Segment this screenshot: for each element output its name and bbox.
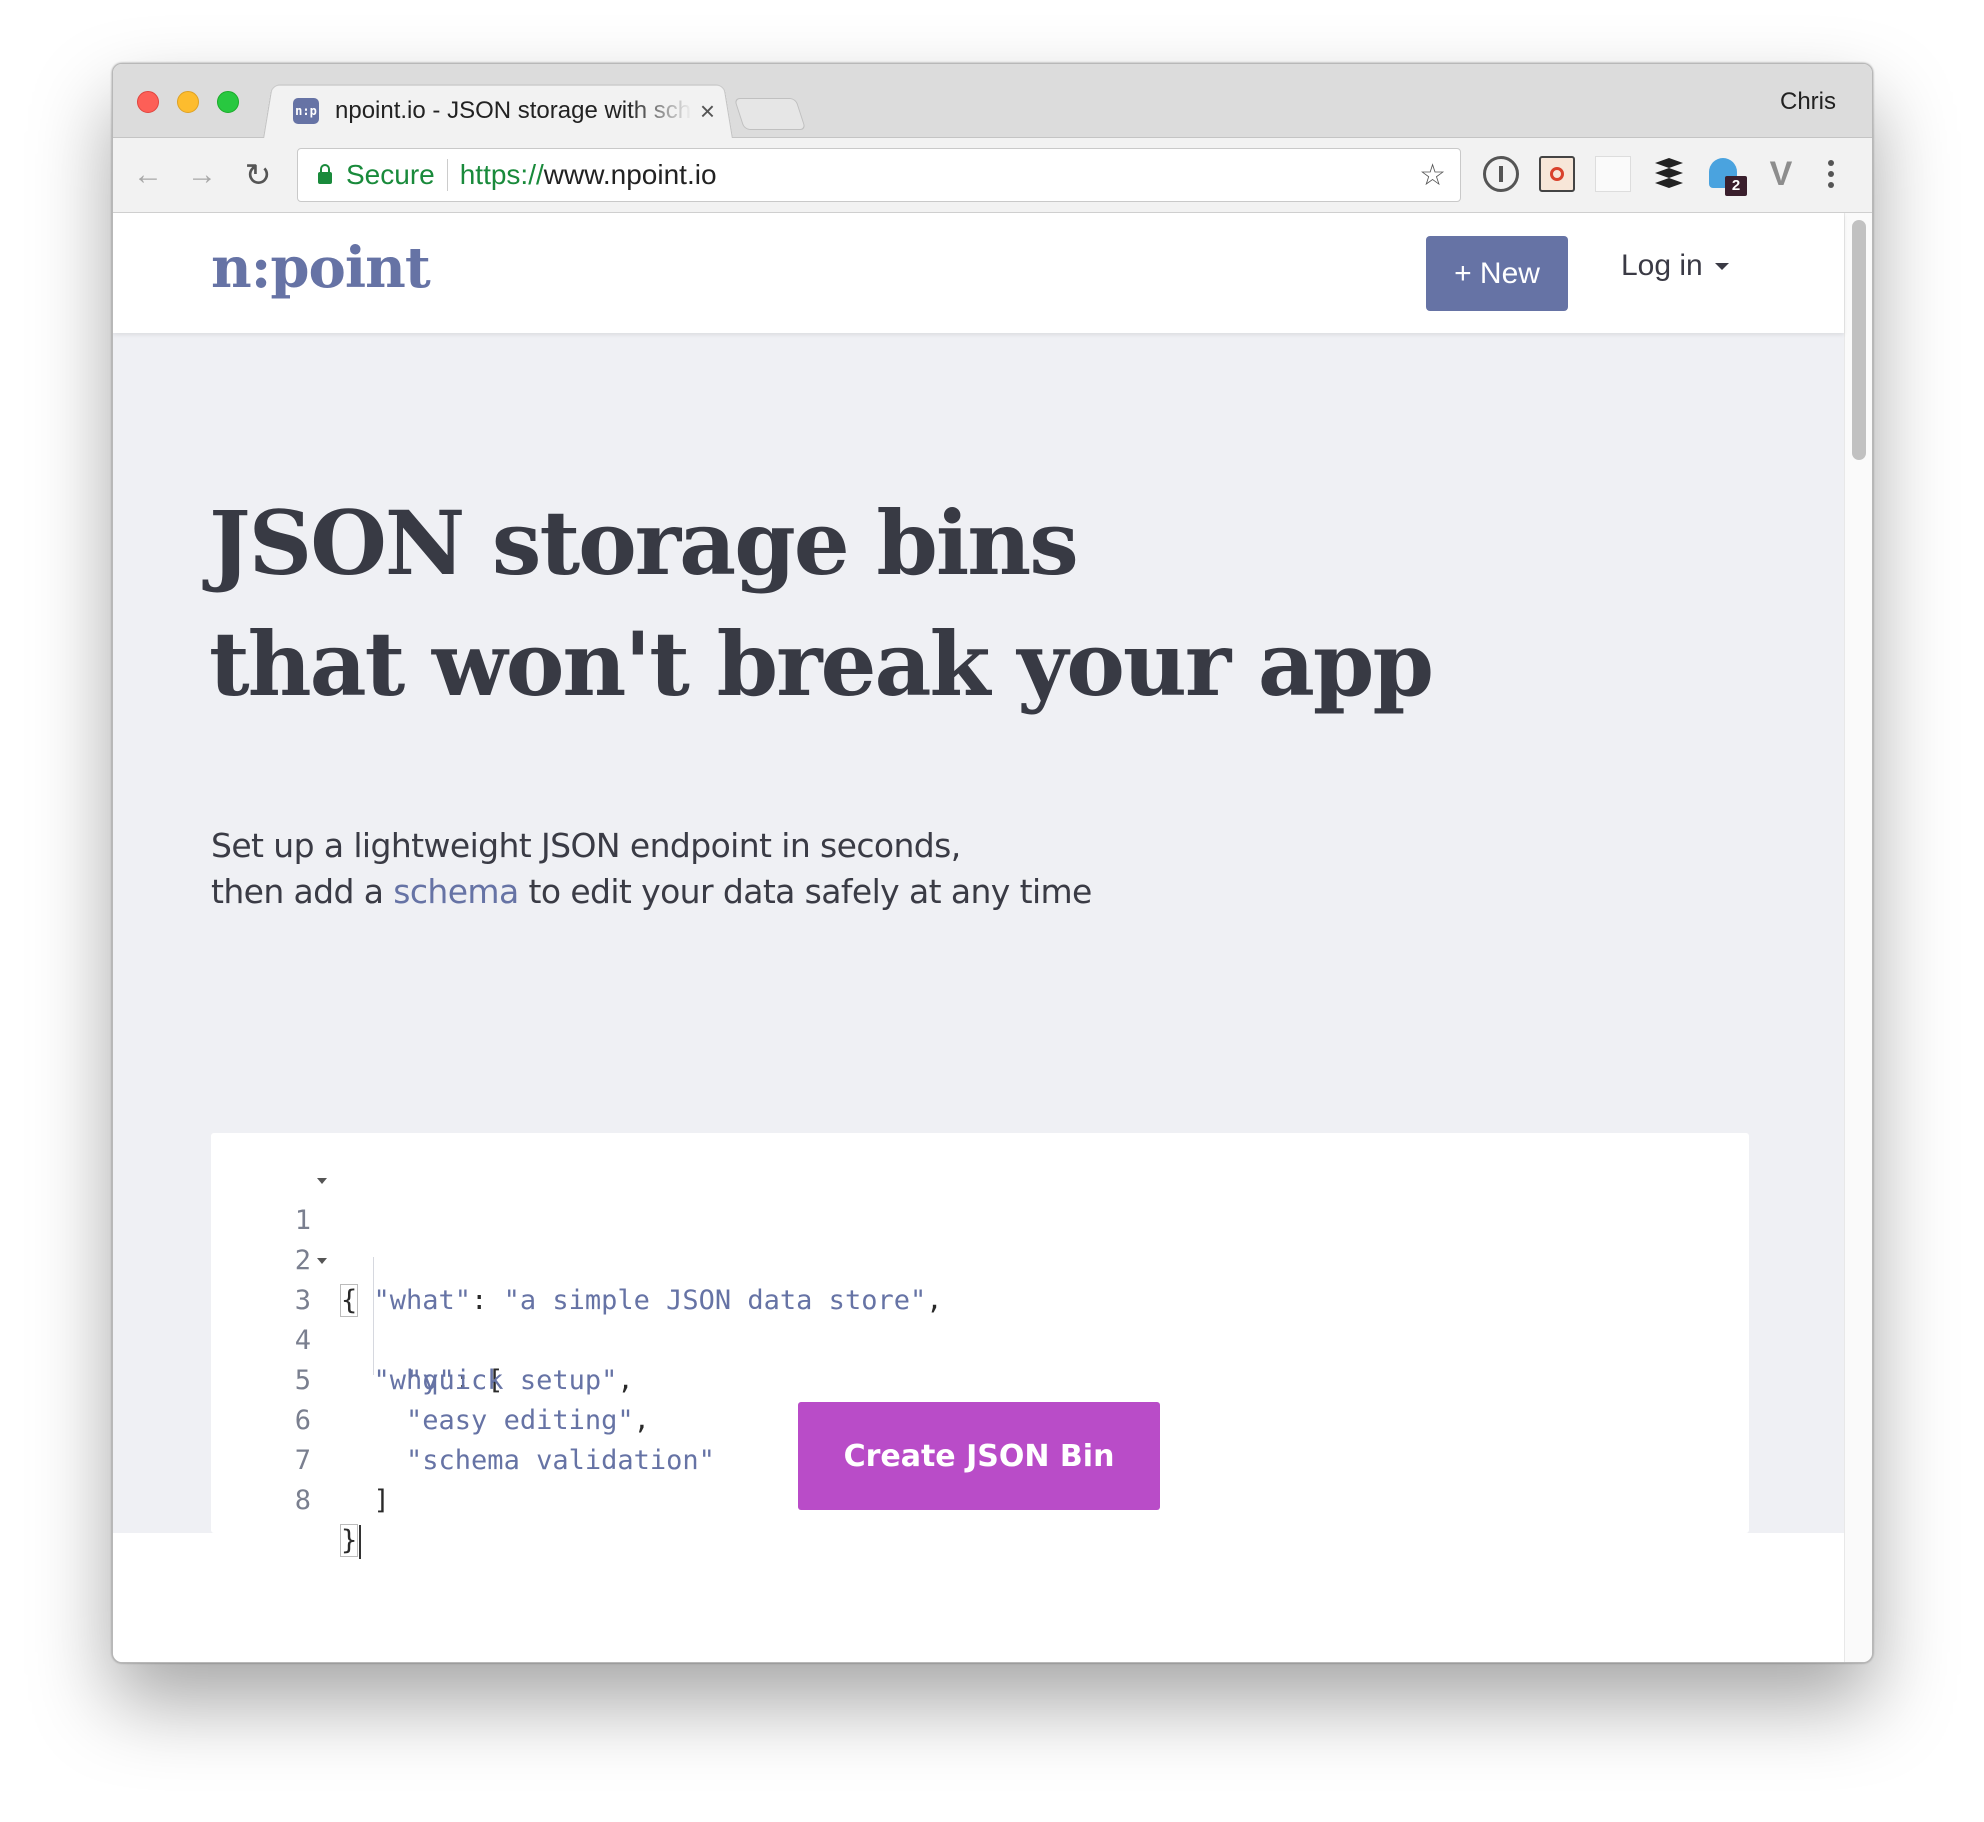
menu-icon[interactable] [1823, 156, 1839, 192]
fold-arrow-icon[interactable] [317, 1178, 327, 1184]
lock-icon [318, 164, 332, 184]
text-cursor [359, 1524, 362, 1559]
minimize-window-button[interactable] [177, 91, 199, 113]
hero-subheading: Set up a lightweight JSON endpoint in se… [211, 823, 1092, 915]
page-title: JSON storage bins that won't break your … [209, 483, 1434, 725]
npoint-favicon-icon: n:p [293, 97, 319, 124]
code-line-5: 5 "easy editing", [211, 1321, 650, 1436]
secure-label: Secure [346, 159, 435, 190]
address-divider [446, 159, 448, 191]
back-icon[interactable]: ← [131, 158, 165, 192]
document-icon[interactable] [1595, 156, 1631, 192]
subhead-line-1: Set up a lightweight JSON endpoint in se… [211, 826, 961, 865]
screenshot-icon[interactable] [1539, 156, 1575, 192]
subhead-suffix: to edit your data safely at any time [518, 872, 1092, 911]
scrollbar-thumb[interactable] [1852, 220, 1866, 460]
site-navbar: n:point + New Log in [113, 213, 1844, 333]
page-viewport: n:point + New Log in JSON storage bins t… [113, 213, 1872, 1662]
headline-line-1: JSON storage bins [209, 491, 1079, 595]
json-string: "quick setup" [406, 1365, 618, 1396]
schema-link[interactable]: schema [393, 872, 519, 911]
code-line-7: 7 ] [211, 1401, 390, 1516]
browser-window: n:p npoint.io - JSON storage with schema… [112, 63, 1873, 1663]
url-host: www.npoint.io [543, 159, 717, 190]
star-icon[interactable]: ☆ [1419, 158, 1446, 193]
code-token: } [339, 1524, 359, 1557]
line-number: 8 [294, 1485, 311, 1516]
subhead-prefix: then add a [211, 872, 394, 911]
close-window-button[interactable] [137, 91, 159, 113]
vee-icon[interactable]: V [1763, 156, 1799, 192]
code-line-2: 2 "what": "a simple JSON data store", [211, 1201, 943, 1316]
extension-badge: 2 [1725, 176, 1747, 196]
json-string: "schema validation" [406, 1445, 715, 1476]
layers-icon[interactable] [1651, 156, 1687, 192]
address-bar[interactable]: Secure https:// www.npoint.io ☆ [297, 148, 1461, 202]
onepassword-icon[interactable] [1483, 156, 1519, 192]
page-scrollbar[interactable] [1844, 213, 1872, 1662]
json-string: "a simple JSON data store" [503, 1285, 927, 1316]
tab-close-icon[interactable]: × [700, 98, 715, 124]
code-line-6: 6 "schema validation" [211, 1361, 715, 1476]
code-line-1: 1 { [211, 1161, 374, 1317]
ghostery-icon[interactable]: 2 [1707, 156, 1747, 196]
code-line-4: 4 "quick setup", [211, 1281, 634, 1396]
headline-line-2: that won't break your app [209, 612, 1434, 716]
active-tab[interactable]: n:p npoint.io - JSON storage with schema… [263, 82, 733, 139]
tab-title: npoint.io - JSON storage with schema val… [335, 96, 692, 124]
url-scheme: https:// [459, 159, 544, 190]
login-dropdown[interactable]: Log in [1621, 249, 1729, 283]
profile-name[interactable]: Chris [1780, 88, 1836, 116]
new-bin-button[interactable]: + New [1426, 236, 1568, 311]
site-logo[interactable]: n:point [211, 235, 431, 301]
login-label: Log in [1621, 249, 1703, 282]
subhead-line-2: then add a schema to edit your data safe… [211, 869, 1092, 915]
create-json-bin-button[interactable]: Create JSON Bin [798, 1402, 1160, 1510]
json-string: "easy editing" [406, 1405, 634, 1436]
title-bar: n:p npoint.io - JSON storage with schema… [113, 64, 1872, 139]
code-line-8: 8 } [211, 1441, 374, 1559]
json-key: "what" [373, 1285, 472, 1316]
new-tab-button[interactable] [733, 98, 807, 130]
forward-icon[interactable]: → [185, 158, 219, 192]
browser-toolbar: ← → ↻ Secure https:// www.npoint.io ☆ 2 … [113, 138, 1872, 213]
code-line-3: 3 "why": [ [211, 1241, 504, 1396]
reload-icon[interactable]: ↻ [241, 158, 275, 192]
code-token: ] [373, 1485, 390, 1516]
caret-down-icon [1714, 262, 1729, 270]
hero-section: JSON storage bins that won't break your … [113, 333, 1844, 1559]
fold-arrow-icon[interactable] [317, 1258, 327, 1264]
maximize-window-button[interactable] [217, 91, 239, 113]
